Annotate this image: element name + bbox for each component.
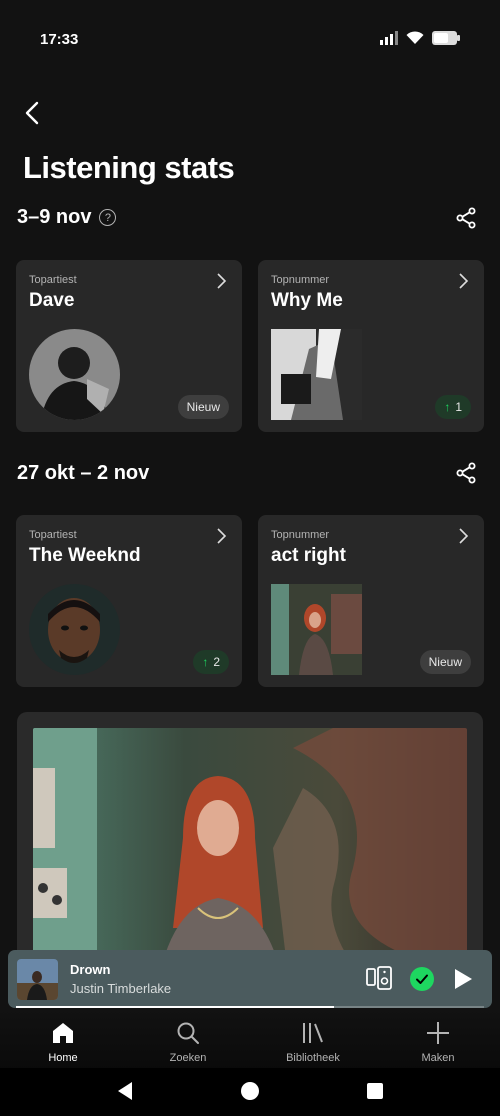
album-cover (271, 584, 362, 675)
card-title: Dave (29, 290, 75, 311)
album-cover (271, 329, 362, 420)
rank-change-value: 2 (213, 655, 220, 669)
bottom-nav: Home Zoeken Bibliotheek Maken (0, 1008, 500, 1072)
battery-icon (432, 31, 460, 45)
section-header-week-1: 3–9 nov ? (17, 206, 117, 229)
system-home-icon[interactable] (239, 1080, 261, 1102)
status-badge: Nieuw (419, 650, 471, 674)
system-nav-bar (0, 1068, 500, 1116)
signal-icon (380, 31, 398, 45)
rank-change-badge: ↑ 1 (435, 395, 471, 419)
now-playing-title: Drown (70, 962, 111, 977)
status-icons (380, 31, 460, 45)
top-artist-card[interactable]: Topartiest The Weeknd ↑ 2 (16, 515, 242, 687)
system-recents-icon[interactable] (364, 1080, 386, 1102)
connect-device-icon[interactable] (366, 966, 392, 990)
chevron-right-icon (459, 273, 469, 289)
rank-change-value: 1 (455, 400, 462, 414)
wifi-icon (406, 31, 424, 44)
status-badge: Nieuw (177, 395, 229, 419)
top-artist-card[interactable]: Topartiest Dave Nieuw (16, 260, 242, 432)
play-icon[interactable] (452, 967, 474, 991)
page-title: Listening stats (23, 150, 235, 185)
nav-search[interactable]: Zoeken (138, 1020, 238, 1064)
search-icon (177, 1022, 199, 1044)
card-title: The Weeknd (29, 545, 141, 566)
section-header-week-2: 27 okt – 2 nov (17, 462, 149, 485)
home-icon (53, 1023, 73, 1043)
artist-image (29, 329, 120, 420)
library-icon (303, 1023, 323, 1043)
mini-player[interactable]: Drown Justin Timberlake (8, 950, 492, 1008)
card-label: Topartiest (29, 529, 77, 541)
now-playing-artist: Justin Timberlake (70, 981, 172, 996)
chevron-right-icon (459, 528, 469, 544)
share-icon[interactable] (454, 206, 478, 230)
nav-home[interactable]: Home (13, 1020, 113, 1064)
card-title: Why Me (271, 290, 343, 311)
back-button[interactable] (18, 98, 48, 128)
nav-label: Maken (421, 1052, 455, 1064)
card-title: act right (271, 545, 346, 566)
date-range: 3–9 nov (17, 206, 92, 228)
plus-icon (427, 1022, 449, 1044)
nav-label: Home (48, 1052, 78, 1064)
nav-library[interactable]: Bibliotheek (263, 1020, 363, 1064)
artist-image (29, 584, 120, 675)
card-label: Topnummer (271, 274, 330, 286)
card-label: Topartiest (29, 274, 77, 286)
card-label: Topnummer (271, 529, 330, 541)
arrow-up-icon: ↑ (202, 655, 209, 669)
now-playing-cover (17, 959, 58, 1000)
system-back-icon[interactable] (114, 1080, 136, 1102)
help-icon[interactable]: ? (99, 209, 117, 226)
rank-change-badge: ↑ 2 (193, 650, 229, 674)
top-track-card[interactable]: Topnummer Why Me ↑ 1 (258, 260, 484, 432)
chevron-right-icon (217, 528, 227, 544)
share-icon[interactable] (454, 461, 478, 485)
nav-label: Zoeken (169, 1052, 207, 1064)
status-bar: 17:33 (0, 0, 500, 80)
chevron-right-icon (217, 273, 227, 289)
nav-label: Bibliotheek (286, 1052, 340, 1064)
status-time: 17:33 (40, 31, 79, 48)
nav-create[interactable]: Maken (388, 1020, 488, 1064)
date-range: 27 okt – 2 nov (17, 462, 150, 484)
top-track-card[interactable]: Topnummer act right Nieuw (258, 515, 484, 687)
arrow-up-icon: ↑ (444, 400, 451, 414)
saved-check-icon[interactable] (410, 967, 434, 991)
